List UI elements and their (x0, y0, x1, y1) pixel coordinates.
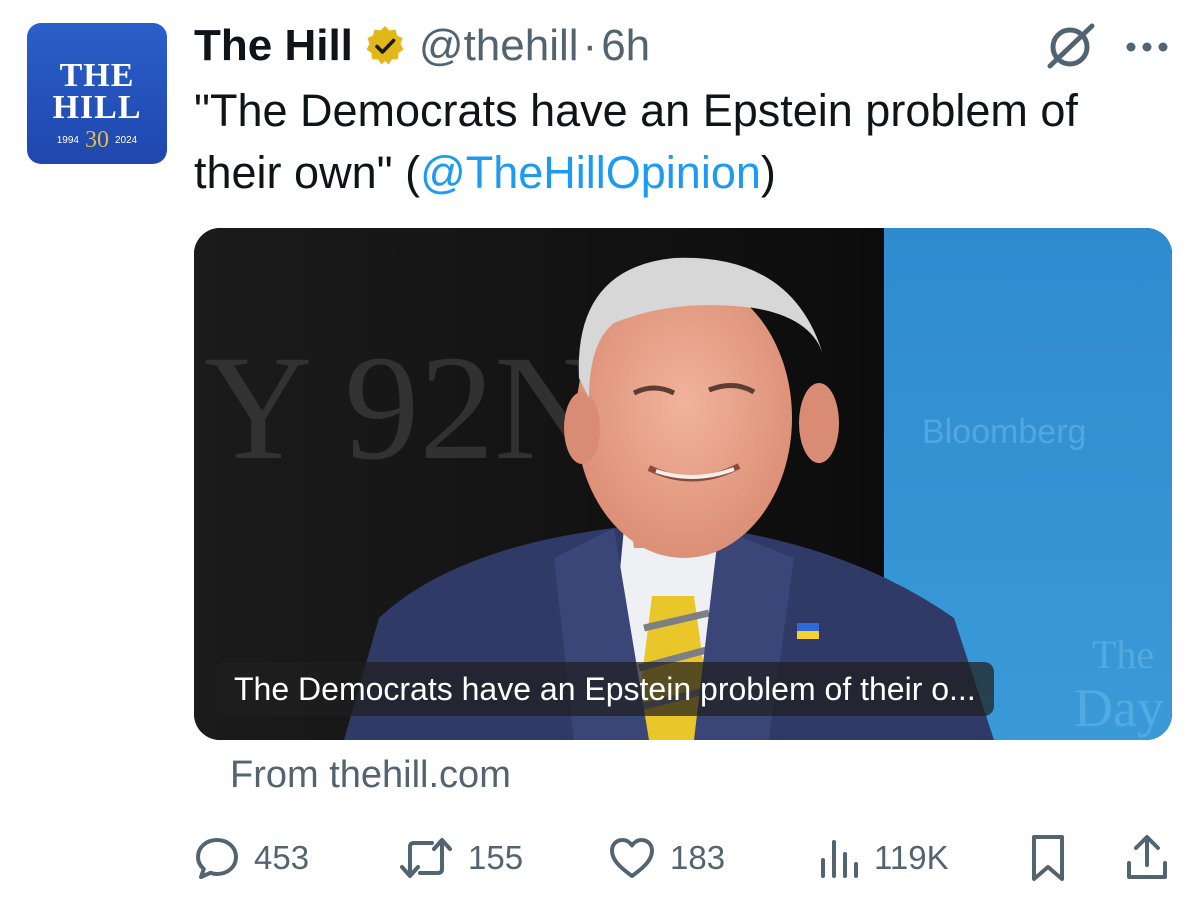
views-icon (821, 840, 858, 878)
display-name[interactable]: The Hill (194, 21, 353, 71)
tweet[interactable]: THE HILL 1994 30 2024 The Hill @thehill … (0, 0, 1200, 899)
bookmark-button[interactable] (1028, 828, 1068, 888)
avatar-logo-line1: THE (59, 57, 135, 94)
like-count: 183 (670, 839, 726, 876)
views-button[interactable]: 119K (818, 828, 949, 888)
like-button[interactable]: 183 (608, 828, 725, 888)
avatar-year-start: 1994 (56, 134, 79, 146)
mention-link[interactable]: @TheHillOpinion (420, 147, 761, 198)
action-bar: 453 155 183 119K (0, 828, 1200, 888)
share-button[interactable] (1124, 828, 1170, 888)
tweet-text: "The Democrats have an Epstein problem o… (194, 80, 1174, 204)
repost-count: 155 (468, 839, 524, 876)
repost-icon (400, 838, 452, 878)
separator-dot: · (582, 21, 598, 70)
link-card-image[interactable]: Y 92NY Bloomberg The Day The Democrats h… (194, 228, 1172, 740)
tweet-text-end: ) (760, 147, 776, 198)
svg-text:Bloomberg: Bloomberg (922, 413, 1086, 451)
reply-button[interactable]: 453 (194, 828, 309, 888)
avatar[interactable]: THE HILL 1994 30 2024 (27, 23, 167, 164)
more-icon[interactable] (1124, 40, 1170, 54)
handle[interactable]: @thehill (419, 21, 579, 71)
avatar-anniversary: 30 (85, 127, 109, 153)
card-source[interactable]: From thehill.com (230, 754, 511, 797)
avatar-logo-line2: HILL (52, 89, 142, 126)
views-count: 119K (874, 839, 949, 876)
reply-count: 453 (254, 839, 310, 876)
bookmark-icon (1032, 835, 1064, 881)
repost-button[interactable]: 155 (398, 828, 523, 888)
tweet-header: The Hill @thehill · 6h (194, 18, 650, 74)
svg-text:The: The (1092, 632, 1154, 677)
reply-icon (196, 838, 238, 879)
verified-badge-icon[interactable] (363, 24, 407, 68)
avatar-year-end: 2024 (115, 134, 138, 146)
svg-text:Day: Day (1074, 678, 1164, 738)
avatar-years: 1994 30 2024 (27, 127, 167, 153)
timestamp[interactable]: 6h (601, 21, 650, 71)
share-icon (1127, 835, 1167, 879)
heart-icon (610, 838, 654, 878)
grok-icon[interactable] (1044, 22, 1096, 70)
card-caption: The Democrats have an Epstein problem of… (216, 662, 994, 716)
